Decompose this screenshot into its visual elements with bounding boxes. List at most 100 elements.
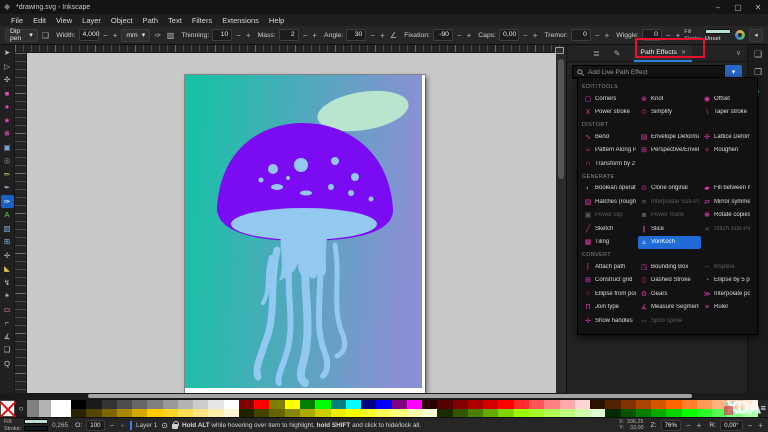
unit-select[interactable]: mm▾ [121, 29, 150, 42]
palette-swatch[interactable] [254, 400, 269, 409]
palette-swatch[interactable] [331, 409, 346, 418]
palette-swatch[interactable] [71, 400, 86, 409]
rotation-decrease[interactable]: − [747, 421, 754, 430]
palette-swatch[interactable] [575, 409, 590, 418]
palette-swatch[interactable] [132, 409, 147, 418]
wiggle-input-decrease[interactable]: − [665, 31, 672, 40]
gray-swatch[interactable] [27, 400, 39, 417]
spiral-tool[interactable]: ❋ [1, 127, 14, 141]
palette-swatch[interactable] [575, 400, 590, 409]
stroke-profile-icon[interactable]: ❏ [41, 29, 51, 42]
palette-swatch[interactable] [163, 409, 178, 418]
palette-swatch[interactable] [544, 400, 559, 409]
close-button[interactable]: ✕ [748, 0, 768, 14]
horizontal-ruler[interactable] [15, 45, 566, 53]
spray-tool[interactable]: ✴ [1, 289, 14, 303]
menu-extensions[interactable]: Extensions [217, 16, 264, 25]
palette-swatch[interactable] [483, 400, 498, 409]
palette-swatch[interactable] [178, 400, 193, 409]
palette-swatch[interactable] [147, 400, 162, 409]
calligraphy-tool[interactable]: ✑ [1, 195, 14, 209]
marker-tool[interactable]: ◎ [1, 154, 14, 168]
canvas[interactable] [27, 53, 556, 393]
palette-swatch[interactable] [422, 409, 437, 418]
effect-ruler[interactable]: ≡Ruler [701, 301, 752, 315]
chevron-down-icon[interactable]: ∨ [736, 49, 741, 57]
palette-swatch[interactable] [529, 400, 544, 409]
palette-swatch[interactable] [285, 400, 300, 409]
palette-swatch[interactable] [147, 409, 162, 418]
effect-ellipse-from-points[interactable]: ○Ellipse from points [582, 287, 638, 301]
palette-swatch[interactable] [453, 409, 468, 418]
dropper-tool[interactable]: ✢ [1, 249, 14, 263]
palette-swatch[interactable] [300, 409, 315, 418]
palette-swatch[interactable] [254, 409, 269, 418]
maximize-button[interactable]: ▢ [728, 0, 748, 14]
palette-swatch[interactable] [132, 400, 147, 409]
palette-swatch[interactable] [560, 409, 575, 418]
tremor-input-decrease[interactable]: − [594, 31, 601, 40]
palette-swatch[interactable] [621, 409, 636, 418]
menu-object[interactable]: Object [106, 16, 138, 25]
effect-show-handles[interactable]: ✛Show handles [582, 314, 638, 328]
palette-swatch[interactable] [346, 400, 361, 409]
star-tool[interactable]: ★ [1, 114, 14, 128]
fixation-input[interactable]: -90 [433, 29, 453, 41]
minimize-button[interactable]: – [708, 0, 728, 14]
palette-swatch[interactable] [239, 400, 254, 409]
effect-sketch[interactable]: ╱Sketch [582, 222, 638, 236]
palette-swatch[interactable] [422, 400, 437, 409]
palette-swatch[interactable] [224, 409, 239, 418]
connector-tool[interactable]: ⌐ [1, 316, 14, 330]
effect-knot[interactable]: ⊗Knot [638, 92, 701, 106]
caps-input-decrease[interactable]: − [522, 31, 529, 40]
effect-roughen[interactable]: ✧Roughen [701, 144, 752, 158]
palette-swatch[interactable] [514, 409, 529, 418]
effect-perspective-envelope[interactable]: ⊞Perspective/Envelope [638, 144, 701, 158]
registration-color-swatch[interactable]: ○ [15, 400, 27, 417]
trace-background-icon[interactable]: ▨ [166, 29, 176, 42]
effect-bounding-box[interactable]: ◳Bounding Box [638, 260, 701, 274]
effect-ellipse-by-5-points[interactable]: ◔Ellipse by 5 points [701, 274, 752, 288]
width-input-increase[interactable]: + [112, 31, 119, 40]
palette-swatch[interactable] [163, 400, 178, 409]
menu-edit[interactable]: Edit [28, 16, 51, 25]
effect-offset[interactable]: ◉Offset [701, 92, 752, 106]
palette-swatch[interactable] [117, 400, 132, 409]
mass-input-decrease[interactable]: − [302, 31, 309, 40]
palette-swatch[interactable] [437, 400, 452, 409]
palette-swatch[interactable] [407, 409, 422, 418]
effect-rotate-copies[interactable]: ❋Rotate copies [701, 209, 752, 223]
fill-stroke-panel-tab-icon[interactable]: ✎ [614, 49, 621, 58]
pressure-icon[interactable]: ✑ [153, 29, 163, 42]
palette-swatch[interactable] [331, 400, 346, 409]
palette-swatch[interactable] [315, 409, 330, 418]
palette-swatch[interactable] [117, 409, 132, 418]
wiggle-input-increase[interactable]: + [675, 31, 682, 40]
palette-swatch[interactable] [468, 400, 483, 409]
effect-boolean-operation[interactable]: ◐Boolean operation [582, 182, 638, 196]
palette-swatch[interactable] [285, 409, 300, 418]
pencil-tool[interactable]: ✏ [1, 168, 14, 182]
palette-swatch[interactable] [483, 409, 498, 418]
menu-view[interactable]: View [51, 16, 77, 25]
effect-hatches-rough-[interactable]: ▨Hatches (rough) [582, 195, 638, 209]
rectangle-tool[interactable]: ■ [1, 87, 14, 101]
palette-swatch[interactable] [86, 400, 101, 409]
palette-swatch[interactable] [697, 409, 712, 418]
thinning-input-increase[interactable]: + [245, 31, 252, 40]
thinning-input-decrease[interactable]: − [235, 31, 242, 40]
gradient-tool[interactable]: ▧ [1, 222, 14, 236]
fixation-input-decrease[interactable]: − [456, 31, 463, 40]
layer-lock-icon[interactable] [172, 424, 178, 429]
text-tool[interactable]: A [1, 208, 14, 222]
effect-interpolate-points[interactable]: ≫Interpolate points [701, 287, 752, 301]
snap-options-icon[interactable] [735, 30, 745, 40]
selector-tool[interactable]: ➤ [1, 46, 14, 60]
palette-swatch[interactable] [392, 409, 407, 418]
palette-swatch[interactable] [193, 409, 208, 418]
palette-swatch[interactable] [682, 409, 697, 418]
fill-stroke-indicator[interactable]: Fill: Stroke: [4, 419, 48, 432]
palette-swatch[interactable] [239, 409, 254, 418]
effect-envelope-deformation[interactable]: ▤Envelope Deformation [638, 130, 701, 144]
